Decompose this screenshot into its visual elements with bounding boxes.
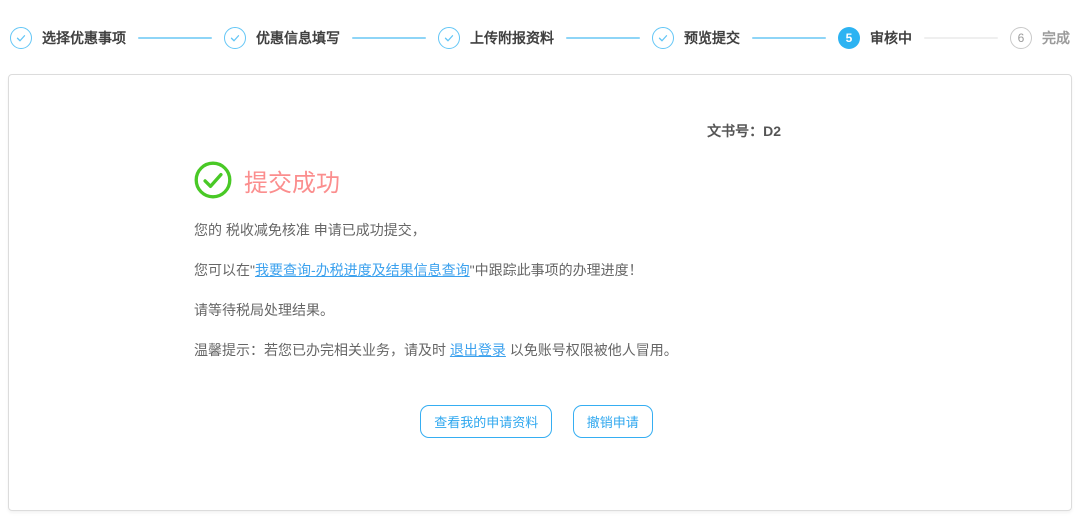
message-text: "中跟踪此事项的办理进度！ — [470, 262, 643, 278]
stepper-step-label: 优惠信息填写 — [256, 28, 340, 48]
progress-stepper: 选择优惠事项 优惠信息填写 上传附报资料 预览提交 5 审核中 6 完成 — [0, 26, 1080, 50]
message-text: 温馨提示：若您已办完相关业务，请及时 — [194, 342, 450, 358]
message-line-tip: 温馨提示：若您已办完相关业务，请及时 退出登录 以免账号权限被他人冒用。 — [194, 342, 879, 359]
message-line-submitted: 您的 税收减免核准 申请已成功提交， — [194, 222, 879, 239]
message-line-wait-result: 请等待税局处理结果。 — [194, 302, 879, 319]
stepper-connector — [352, 37, 426, 39]
stepper-step-fill-info: 优惠信息填写 — [224, 27, 340, 49]
document-number: 文书号：D2 — [194, 121, 879, 141]
message-text: 您可以在" — [194, 262, 255, 278]
check-circle-icon — [10, 27, 32, 49]
stepper-step-label: 上传附报资料 — [470, 28, 554, 48]
step-number-badge: 6 — [1010, 27, 1032, 49]
success-title: 提交成功 — [244, 163, 340, 198]
stepper-connector — [566, 37, 640, 39]
check-circle-icon — [224, 27, 246, 49]
success-check-icon — [194, 161, 232, 199]
message-text: 请等待税局处理结果。 — [194, 302, 334, 318]
step-number-badge: 5 — [838, 27, 860, 49]
message-text: 您的 税收减免核准 申请已成功提交， — [194, 222, 426, 238]
message-line-track-progress: 您可以在"我要查询-办税进度及结果信息查询"中跟踪此事项的办理进度！ — [194, 262, 879, 279]
logout-link[interactable]: 退出登录 — [450, 342, 506, 358]
stepper-step-under-review: 5 审核中 — [838, 27, 912, 49]
result-panel: 文书号：D2 提交成功 您的 税收减免核准 申请已成功提交， 您可以在"我要查询… — [8, 74, 1072, 511]
query-progress-link[interactable]: 我要查询-办税进度及结果信息查询 — [255, 262, 470, 278]
stepper-step-label: 完成 — [1042, 28, 1070, 48]
stepper-connector — [752, 37, 826, 39]
stepper-step-label: 审核中 — [870, 28, 912, 48]
stepper-connector — [138, 37, 212, 39]
withdraw-application-button[interactable]: 撤销申请 — [573, 405, 653, 438]
stepper-step-upload-materials: 上传附报资料 — [438, 27, 554, 49]
stepper-connector — [924, 37, 998, 39]
success-header: 提交成功 — [194, 161, 879, 199]
stepper-step-label: 预览提交 — [684, 28, 740, 48]
stepper-step-select-items: 选择优惠事项 — [10, 27, 126, 49]
message-text: 以免账号权限被他人冒用。 — [506, 342, 678, 358]
view-application-button[interactable]: 查看我的申请资料 — [420, 405, 552, 438]
stepper-step-complete: 6 完成 — [1010, 27, 1070, 49]
check-circle-icon — [438, 27, 460, 49]
stepper-step-label: 选择优惠事项 — [42, 28, 126, 48]
stepper-step-preview-submit: 预览提交 — [652, 27, 740, 49]
check-circle-icon — [652, 27, 674, 49]
action-button-row: 查看我的申请资料 撤销申请 — [194, 405, 879, 438]
